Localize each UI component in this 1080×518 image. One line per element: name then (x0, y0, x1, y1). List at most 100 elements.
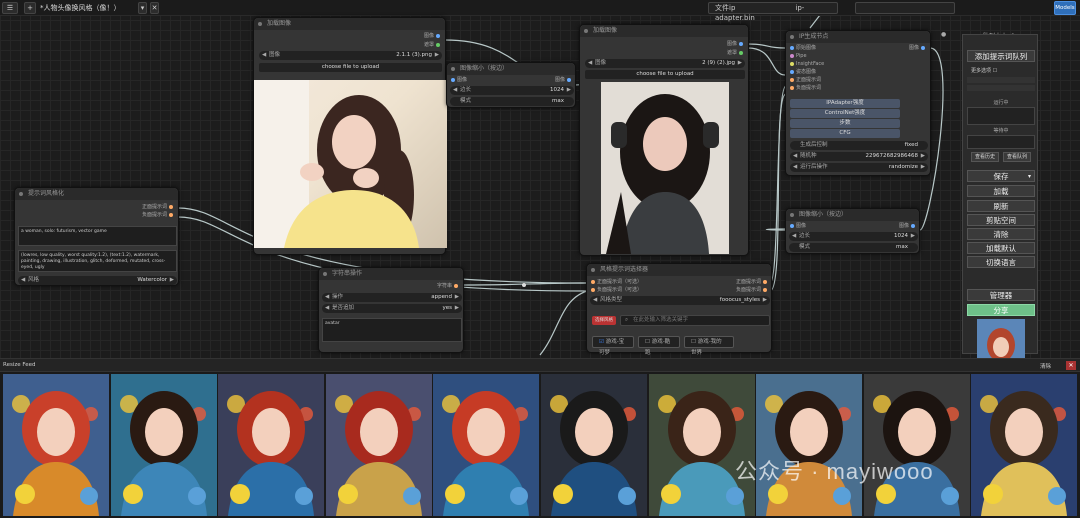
gallery-thumbnail[interactable] (971, 374, 1078, 516)
style-option-minecraft[interactable]: ☐ 游戏-我的世界 (684, 336, 734, 356)
file-select[interactable]: 文件ip ip-adapter.bin (708, 2, 838, 22)
input-negative-port[interactable]: 负面提示词（可选） (589, 287, 642, 294)
ipadapter-strength-slider[interactable]: IPAdapter强度 (790, 99, 900, 108)
style-select[interactable]: ◀ 风格 Watercolor ▶ (18, 276, 177, 285)
seed-widget[interactable]: ◀ 随机种 229672682986468 ▶ (790, 152, 928, 161)
chevron-down-icon[interactable]: ▾ (1028, 171, 1031, 182)
extra-options-checkbox[interactable]: 更多选项 ☐ (971, 67, 997, 74)
node-title[interactable]: 图像缩小（按边） (786, 209, 919, 221)
output-image-port[interactable]: 图像 (727, 41, 745, 48)
menu-icon[interactable]: ☰ (2, 2, 18, 14)
operation-select[interactable]: ◀ 操作 append ▶ (322, 293, 462, 302)
node-title[interactable]: IP生成节点 (786, 31, 930, 43)
selected-style-tag[interactable]: 选择风格 (592, 316, 616, 325)
controlnet-strength-slider[interactable]: ControlNet强度 (790, 109, 900, 118)
scale-image-node-2[interactable]: 图像缩小（按边） 图像 图像 ◀ 边长 1024 ▶ 模式 max (785, 208, 920, 254)
share-button[interactable]: 分享 (967, 304, 1035, 316)
output-string-port[interactable]: 字符串 (437, 283, 460, 290)
output-mask-port[interactable]: 遮罩 (424, 42, 442, 49)
input-positive-prompt[interactable]: 正面提示词 (788, 77, 821, 84)
gallery-thumbnail[interactable] (218, 374, 325, 516)
upload-button[interactable]: choose file to upload (259, 63, 442, 72)
output-image-port[interactable]: 图像 (909, 45, 927, 52)
node-title[interactable]: 加载图像 (580, 25, 748, 37)
style-search-input[interactable]: ⌕ 在此处输入筛选关键字 (620, 315, 770, 326)
load-image-node-1[interactable]: 加载图像 图像 遮罩 ◀ 图像 2.1.1 (3).png ▶ choose file… (253, 17, 447, 255)
output-positive-port[interactable]: 正面提示词 (142, 204, 175, 211)
node-title[interactable]: 风格提示词选择器 (587, 264, 771, 276)
side-length-widget[interactable]: ◀ 边长 1024 ▶ (789, 232, 918, 241)
gallery-thumbnail[interactable] (325, 374, 432, 516)
checkbox-icon[interactable]: ☐ (645, 339, 650, 345)
string-operation-node[interactable]: 字符串操作 字符串 ◀ 操作 append ▶ ◀ 是否追加 yes ▶ avatar (318, 267, 464, 353)
save-button[interactable]: 保存 ▾ (967, 170, 1035, 182)
input-image-port[interactable]: 图像 (788, 223, 806, 230)
gallery-thumbnail[interactable] (648, 374, 755, 516)
output-mask-port[interactable]: 遮罩 (727, 50, 745, 57)
positive-prompt-textarea[interactable]: a woman, solo: futurism, vector game (18, 226, 177, 246)
seed-control-toggle[interactable]: 生成后控制 fixed (790, 141, 928, 150)
image-select[interactable]: ◀ 图像 2.1.1 (3).png ▶ (259, 51, 442, 60)
gallery-thumbnail[interactable] (541, 374, 647, 516)
input-negative-prompt[interactable]: 负面提示词 (788, 85, 821, 92)
scale-image-node-1[interactable]: 图像缩小（按边） 图像 图像 ◀ 边长 1024 ▶ 模式 max (446, 62, 576, 108)
string-textarea[interactable]: avatar (322, 318, 462, 342)
input-image-port[interactable]: 图像 (449, 77, 467, 84)
gallery-thumbnail[interactable] (3, 374, 109, 516)
input-pose-image[interactable]: 姿态图像 (788, 69, 816, 76)
output-image-port[interactable]: 图像 (899, 223, 917, 230)
style-type-select[interactable]: ◀ 风格类型 fooocus_styles ▶ (590, 296, 770, 305)
steps-slider[interactable]: 步数 (790, 119, 900, 128)
clear-feed-button[interactable]: 清除 (1040, 362, 1051, 370)
refresh-button[interactable]: 刷新 (967, 200, 1035, 212)
cfg-slider[interactable]: CFG (790, 129, 900, 138)
gallery-thumbnail[interactable] (110, 374, 217, 516)
style-prompt-selector-node[interactable]: 风格提示词选择器 正面提示词（可选） 负面提示词（可选） 正面提示词 负面提示词… (586, 263, 772, 356)
output-positive-port[interactable]: 正面提示词 (736, 279, 769, 286)
resize-feed-title[interactable]: Resize Feed (3, 362, 36, 368)
save-icon[interactable]: ▾ (138, 2, 147, 14)
node-title[interactable]: 加载图像 (254, 18, 445, 30)
style-option-pokemon[interactable]: ☑ 游戏-宝可梦 (592, 336, 634, 356)
clipspace-button[interactable]: 剪贴空间 (967, 214, 1035, 226)
node-title[interactable]: 图像缩小（按边） (447, 63, 575, 75)
close-icon[interactable]: ✕ (1066, 361, 1076, 370)
side-length-widget[interactable]: ◀ 边长 1024 ▶ (450, 86, 574, 95)
pin-icon[interactable]: ● (941, 31, 946, 38)
node-canvas[interactable]: ☰ + *人物头像换风格（像！） ▾ ✕ 文件ip ip-adapter.bin … (0, 0, 1080, 358)
clear-button[interactable]: 清除 (967, 228, 1035, 240)
after-run-widget[interactable]: ◀ 运行后操作 randomize ▶ (790, 163, 928, 172)
input-insightface[interactable]: InsightFace (788, 61, 824, 68)
output-image-port[interactable]: 图像 (424, 33, 442, 40)
node-title[interactable]: 提示词风格化 (15, 188, 178, 200)
ip-generate-node[interactable]: IP生成节点 图像 原始图像 Pipe InsightFace 姿态图像 正面提… (785, 30, 931, 176)
view-history-button[interactable]: 查看历史 (971, 152, 999, 162)
append-select[interactable]: ◀ 是否追加 yes ▶ (322, 304, 462, 313)
close-tab-icon[interactable]: ✕ (150, 2, 159, 14)
output-negative-port[interactable]: 负面提示词 (142, 212, 175, 219)
top-node-strip[interactable] (855, 2, 955, 14)
load-default-button[interactable]: 加载默认 (967, 242, 1035, 254)
mode-widget[interactable]: 模式 max (789, 243, 918, 252)
workflow-title[interactable]: *人物头像换风格（像！） (40, 3, 121, 13)
switch-language-button[interactable]: 切换语言 (967, 256, 1035, 268)
panel-preview-thumb[interactable] (977, 319, 1025, 358)
models-button[interactable]: Models (1054, 1, 1076, 15)
mode-widget[interactable]: 模式 max (450, 97, 574, 106)
load-button[interactable]: 加载 (967, 185, 1035, 197)
manager-button[interactable]: 管理器 (967, 289, 1035, 301)
checkbox-checked-icon[interactable]: ☑ (599, 339, 604, 345)
queue-prompt-button[interactable]: 添加提示词队列 (967, 50, 1035, 62)
style-option-parkour[interactable]: ☐ 游戏-酷跑 (638, 336, 680, 356)
prompt-style-node[interactable]: 提示词风格化 正面提示词 负面提示词 a woman, solo: futuri… (14, 187, 179, 286)
load-image-node-2[interactable]: 加载图像 图像 遮罩 ◀ 图像 2 (9) (2).jpg ▶ choose file… (579, 24, 749, 256)
checkbox-icon[interactable]: ☐ (691, 339, 696, 345)
upload-button[interactable]: choose file to upload (585, 70, 745, 79)
input-original-image[interactable]: 原始图像 (788, 45, 816, 52)
gallery-thumbnail[interactable] (433, 374, 540, 516)
negative-prompt-textarea[interactable]: (lowres, low quality, worst quality:1.2)… (18, 250, 177, 272)
gallery-thumbnail[interactable] (863, 374, 970, 516)
add-workflow-button[interactable]: + (24, 2, 36, 14)
output-image-port[interactable]: 图像 (555, 77, 573, 84)
image-select[interactable]: ◀ 图像 2 (9) (2).jpg ▶ (585, 59, 745, 68)
